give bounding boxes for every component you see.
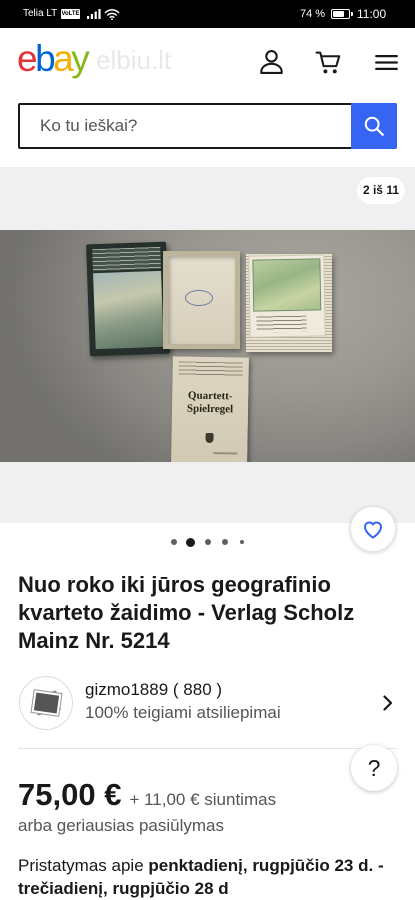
photo-card-map [252,258,322,312]
photo-booklet-title-line: Spielregel [186,402,234,416]
photo-booklet-header-lines [178,361,243,377]
status-bar: Telia LT VoLTE 74 % 11:00 [0,0,415,28]
photo-box-lid-artwork [93,270,164,350]
battery-fill [333,11,345,17]
logo-letter-a: a [53,38,74,79]
delivery-estimate: Pristatymas apie penktadienį, rugpjūčio … [18,854,397,900]
section-divider [18,748,397,749]
photo-box-lid [86,241,170,357]
pager-dot[interactable] [204,539,211,545]
search-input[interactable] [20,105,350,147]
account-button[interactable] [257,47,285,75]
price-row: 75,00 € + 11,00 € siuntimas [18,775,276,815]
carrier-name: Telia LT [23,8,58,19]
app-header: ebay elbiu.lt [0,28,415,92]
listing-title: Nuo roko iki jūros geografinio kvarteto … [18,572,355,653]
pager-dot[interactable] [170,539,177,545]
pager-dots [0,536,415,548]
delivery-prefix: Pristatymas apie [18,856,144,875]
pager-dot-active[interactable] [186,537,195,547]
shipping-cost: + 11,00 € siuntimas [129,790,277,809]
cart-icon [315,51,340,73]
item-price: 75,00 € [18,777,122,812]
user-icon [259,49,283,74]
seller-name[interactable]: gizmo1889 ( 880 ) [85,680,222,700]
menu-button[interactable] [373,49,399,75]
photo-card-text-lines [256,315,307,333]
battery-percent: 74 % [300,8,326,20]
photo-box-stamp [185,290,213,306]
photo-open-box [163,251,240,349]
pager-dot[interactable] [221,539,228,545]
seller-username: gizmo1889 [85,680,169,699]
image-gallery: 2 iš 11 Quartett- Spielregel [0,167,415,523]
photo-top-card [248,254,326,338]
photo-booklet-title-line: Quartett- [187,389,233,403]
logo-letter-b: b [35,38,56,79]
chevron-right-icon [383,695,393,711]
search-button[interactable] [351,103,397,149]
volte-badge: VoLTE [61,9,80,19]
best-offer-note: arba geriausias pasiūlymas [18,816,224,835]
photo-rules-booklet: Quartett- Spielregel [171,356,249,462]
pager-dot[interactable] [239,540,244,544]
help-button[interactable]: ? [351,745,397,791]
logo-letter-y: y [71,38,90,79]
photo-booklet-emblem [205,432,214,444]
clock: 11:00 [357,7,387,21]
ebay-logo[interactable]: ebay [17,38,90,81]
watermark: elbiu.lt [96,45,172,75]
battery-icon [331,9,353,19]
logo-letter-e: e [17,38,38,79]
listing-photo[interactable]: Quartett- Spielregel [0,230,415,462]
search-icon [364,116,384,136]
photo-booklet-footer-line [213,452,238,455]
cart-button[interactable] [314,48,342,76]
image-placeholder-icon [31,690,62,716]
seller-details-button[interactable] [381,694,395,712]
photo-booklet-title: Quartett- Spielregel [172,389,248,416]
search-bar [18,103,397,149]
photo-box-lid-label [92,246,161,272]
seller-feedback-rating: 100% teigiami atsiliepimai [85,703,281,722]
image-counter: 2 iš 11 [357,177,405,204]
photo-card-stack [246,254,332,352]
signal-icon [87,9,101,19]
menu-icon [374,54,398,70]
seller-feedback-count: ( 880 ) [172,680,223,699]
seller-avatar[interactable] [19,676,73,730]
wifi-icon [104,9,120,20]
